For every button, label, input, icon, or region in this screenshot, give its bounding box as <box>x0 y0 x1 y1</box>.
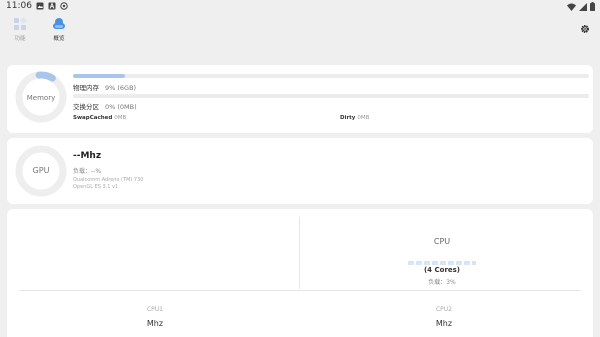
system-icons <box>567 2 595 11</box>
battery-icon <box>590 2 595 11</box>
gpu-load: 负载：--% <box>73 168 102 175</box>
physical-memory-bar-fill <box>73 74 125 78</box>
swap-row: 交换分区 0% (0MB) <box>73 101 137 111</box>
memory-card[interactable]: Memory 物理内存 9% (6GB) 交换分区 0% (0MB) SwapCac… <box>7 65 593 133</box>
cpu2-frequency: Mhz <box>435 319 453 328</box>
wifi-icon <box>567 3 576 11</box>
tab-overview[interactable]: 概览 <box>44 17 74 42</box>
status-bar: 11:06 <box>0 0 600 14</box>
circle-icon <box>60 2 68 10</box>
gpu-api-version: OpenGL ES 3.1 v1 <box>73 184 119 190</box>
cpu-horizontal-divider <box>19 290 581 291</box>
status-time: 11:06 <box>6 1 32 11</box>
cpu1-name: CPU1 <box>146 306 164 313</box>
physical-memory-row: 物理内存 9% (6GB) <box>73 82 136 92</box>
tab-functions[interactable]: 功能 <box>5 17 35 42</box>
cpu1-frequency: Mhz <box>146 319 164 328</box>
apps-icon <box>14 17 27 30</box>
swap-value: 0% (0MB) <box>105 103 137 111</box>
gpu-frequency: --Mhz <box>73 151 102 161</box>
gpu-renderer: Qualcomm Adreno (TM) 730 <box>73 177 144 183</box>
dirty-stat: Dirty 0MB <box>340 115 369 121</box>
swap-bar <box>73 94 589 98</box>
cpu-load: 负载：3% <box>428 279 456 286</box>
notification-icons <box>36 2 68 10</box>
dirty-label: Dirty <box>340 115 356 121</box>
memory-ring-label: Memory <box>26 94 56 102</box>
physical-memory-label: 物理内存 <box>73 84 99 92</box>
gpu-card[interactable]: GPU --Mhz 负载：--% Qualcomm Adreno (TM) 73… <box>7 138 593 204</box>
cpu-card[interactable]: CPU (4 Cores) 负载：3% CPU1 Mhz CPU2 Mhz <box>7 209 593 337</box>
tab-overview-label: 概览 <box>53 36 65 42</box>
swap-cached-label: SwapCached <box>73 115 113 121</box>
dirty-value: 0MB <box>357 115 370 121</box>
cpu-vertical-divider <box>299 217 300 289</box>
physical-memory-value: 9% (6GB) <box>105 84 137 92</box>
cpu-usage-bars <box>408 261 476 265</box>
cpu2-name: CPU2 <box>435 306 453 313</box>
signal-icon <box>579 2 587 11</box>
image-icon <box>36 2 44 10</box>
swap-cached-value: 0MB <box>114 115 127 121</box>
swap-label: 交换分区 <box>73 103 99 111</box>
gpu-ring-label: GPU <box>32 166 50 175</box>
cpu-title: CPU <box>433 237 451 246</box>
cloud-icon <box>53 18 65 29</box>
gear-icon[interactable] <box>580 24 590 34</box>
physical-memory-bar <box>73 74 589 78</box>
cpu-core-count: (4 Cores) <box>423 266 461 274</box>
swap-cached-stat: SwapCached 0MB <box>73 115 126 121</box>
tab-functions-label: 功能 <box>14 36 26 42</box>
a-badge-icon <box>48 2 56 10</box>
